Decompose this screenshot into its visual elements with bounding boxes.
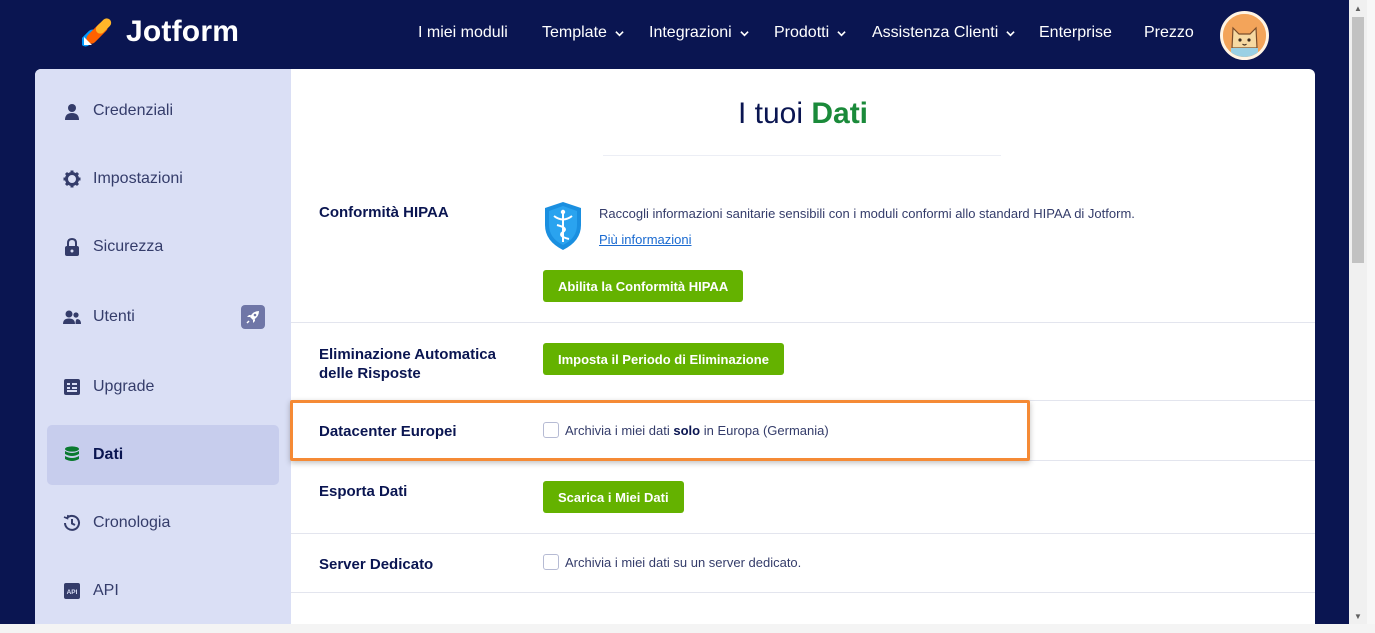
chevron-down-icon: [740, 30, 749, 36]
title-divider: [603, 155, 1001, 156]
sidebar-item-users[interactable]: Utenti: [47, 287, 279, 347]
nav-label: Assistenza Clienti: [872, 24, 999, 41]
sidebar-item-label: Upgrade: [93, 378, 155, 395]
row-divider: [291, 322, 1315, 323]
sidebar-item-history[interactable]: Cronologia: [47, 493, 279, 553]
hipaa-description: Raccogli informazioni sanitarie sensibil…: [599, 206, 1135, 221]
sidebar-item-security[interactable]: Sicurezza: [47, 217, 279, 277]
auto-delete-label: Eliminazione Automatica delle Risposte: [319, 345, 496, 383]
row-divider: [291, 533, 1315, 534]
app-window: Jotform I miei moduli Template Integrazi…: [0, 0, 1349, 624]
eu-datacenter-checkbox[interactable]: [543, 422, 559, 438]
nav-label: Enterprise: [1039, 24, 1112, 41]
chevron-down-icon: [837, 30, 846, 36]
sidebar: Credenziali Impostazioni Sicurezza Utent…: [35, 69, 291, 624]
users-icon: [63, 308, 81, 326]
nav-label: Integrazioni: [649, 24, 732, 41]
jotform-logo[interactable]: Jotform: [82, 15, 240, 48]
sidebar-item-settings[interactable]: Impostazioni: [47, 149, 279, 209]
hipaa-shield-icon: [545, 202, 581, 250]
cat-avatar-icon: [1223, 14, 1266, 57]
jotform-logo-icon: [82, 18, 112, 47]
download-my-data-button[interactable]: Scarica i Miei Dati: [543, 481, 684, 513]
dedicated-server-text: Archivia i miei dati su un server dedica…: [565, 554, 802, 570]
scroll-up-arrow-icon[interactable]: ▲: [1349, 0, 1367, 16]
nav-label: Prodotti: [774, 24, 830, 41]
sidebar-item-api[interactable]: API API: [47, 561, 279, 621]
sidebar-item-label: Cronologia: [93, 514, 171, 531]
database-icon: [63, 446, 81, 464]
set-deletion-period-button[interactable]: Imposta il Periodo di Eliminazione: [543, 343, 784, 375]
sidebar-item-label: API: [93, 582, 119, 599]
nav-label: I miei moduli: [418, 24, 508, 41]
nav-enterprise[interactable]: Enterprise: [1039, 24, 1112, 42]
auto-delete-label-line1: Eliminazione Automatica: [319, 346, 496, 363]
svg-text:API: API: [67, 589, 78, 596]
nav-products[interactable]: Prodotti: [774, 24, 846, 42]
user-icon: [63, 102, 81, 120]
page-title-prefix: I tuoi: [737, 97, 803, 130]
eu-text-after: in Europa (Germania): [700, 422, 829, 438]
upgrade-icon: [63, 378, 81, 396]
sidebar-item-label: Sicurezza: [93, 238, 164, 255]
scrollbar[interactable]: ▲ ▼: [1349, 0, 1367, 624]
lock-icon: [63, 238, 81, 256]
sidebar-item-label: Credenziali: [93, 102, 174, 119]
sidebar-item-data[interactable]: Dati: [47, 425, 279, 485]
nav-label: Template: [542, 24, 607, 41]
sidebar-item-label: Impostazioni: [93, 170, 183, 187]
nav-templates[interactable]: Template: [542, 24, 624, 42]
eu-datacenter-label: Datacenter Europei: [319, 423, 457, 440]
avatar[interactable]: [1220, 11, 1269, 60]
api-icon: API: [63, 582, 81, 600]
settings-card: Credenziali Impostazioni Sicurezza Utent…: [35, 69, 1315, 624]
history-icon: [63, 514, 81, 532]
row-divider: [291, 400, 1315, 401]
rocket-icon: [241, 305, 265, 329]
top-navbar: Jotform I miei moduli Template Integrazi…: [0, 0, 1349, 69]
nav-my-forms[interactable]: I miei moduli: [418, 24, 508, 42]
eu-text-bold: solo: [673, 422, 701, 438]
data-settings-panel: I tuoi Dati Conformità HIPAA Raccogli in…: [291, 69, 1315, 624]
scroll-thumb[interactable]: [1352, 17, 1364, 263]
gear-icon: [63, 170, 81, 188]
sidebar-item-label: Utenti: [93, 308, 135, 325]
hipaa-more-info-link[interactable]: Più informazioni: [599, 232, 692, 247]
brand-name: Jotform: [126, 15, 240, 48]
chevron-down-icon: [1006, 30, 1015, 36]
dedicated-server-option[interactable]: Archivia i miei dati su un server dedica…: [543, 554, 801, 570]
nav-support[interactable]: Assistenza Clienti: [872, 24, 1015, 42]
eu-datacenter-text: Archivia i miei dati solo in Europa (Ger…: [565, 423, 829, 438]
dedicated-server-checkbox[interactable]: [543, 554, 559, 570]
sidebar-item-credentials[interactable]: Credenziali: [47, 81, 279, 141]
row-divider: [291, 460, 1315, 461]
sidebar-item-label: Dati: [93, 446, 124, 463]
eu-text-before: Archivia i miei dati: [565, 422, 674, 438]
dedicated-server-label: Server Dedicato: [319, 556, 434, 573]
page-title: I tuoi Dati: [291, 97, 1315, 131]
window-shadow-bottom: [0, 624, 1375, 633]
chevron-down-icon: [615, 30, 624, 36]
nav-label: Prezzo: [1144, 24, 1194, 41]
nav-integrations[interactable]: Integrazioni: [649, 24, 749, 42]
page-title-accent: Dati: [811, 97, 869, 130]
sidebar-item-upgrade[interactable]: Upgrade: [47, 357, 279, 417]
auto-delete-label-line2: delle Risposte: [319, 365, 421, 382]
eu-datacenter-option[interactable]: Archivia i miei dati solo in Europa (Ger…: [543, 422, 829, 438]
export-data-label: Esporta Dati: [319, 483, 408, 500]
scroll-down-arrow-icon[interactable]: ▼: [1349, 608, 1367, 624]
row-divider: [291, 592, 1315, 593]
window-shadow-right: [1367, 0, 1375, 633]
enable-hipaa-button[interactable]: Abilita la Conformità HIPAA: [543, 270, 744, 302]
nav-pricing[interactable]: Prezzo: [1144, 24, 1194, 42]
hipaa-label: Conformità HIPAA: [319, 204, 449, 221]
